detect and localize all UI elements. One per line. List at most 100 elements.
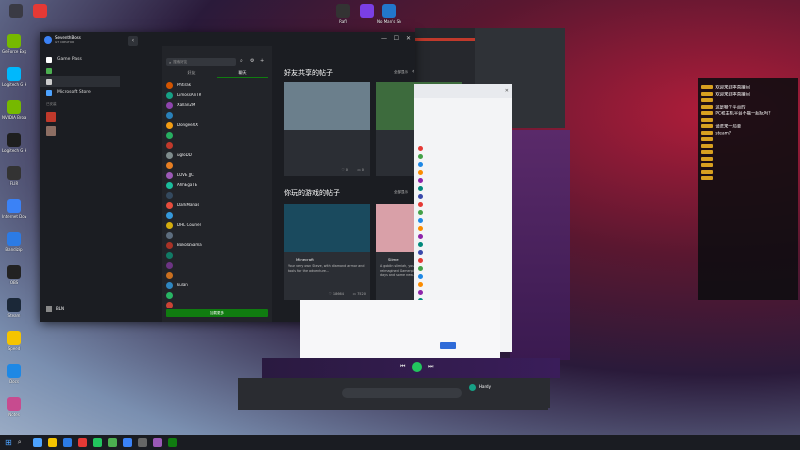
friend-list-item[interactable] (162, 190, 272, 200)
settings-icon[interactable]: ⚙ (250, 58, 254, 64)
friend-list-item[interactable]: DHL Courier (162, 220, 272, 230)
search-icon[interactable]: ⌕ (240, 58, 243, 64)
contact-item[interactable] (414, 280, 512, 288)
contact-item[interactable] (414, 176, 512, 184)
desktop-icon[interactable]: NVIDIA Broadcast (2, 100, 26, 120)
taskbar-app-icon[interactable] (107, 438, 117, 447)
nav-item-2[interactable] (40, 65, 120, 76)
friend-list-item[interactable] (162, 130, 272, 140)
social-search-input[interactable]: ⌕ 搜索好友 (166, 58, 236, 66)
friend-list-item[interactable]: Phtirak (162, 80, 272, 90)
friend-list-item[interactable] (162, 110, 272, 120)
nav-item-3[interactable] (40, 76, 120, 87)
contact-item[interactable] (414, 216, 512, 224)
contact-item[interactable] (414, 144, 512, 152)
desktop-icon-app[interactable] (355, 4, 379, 19)
taskbar-app-icon[interactable] (167, 438, 177, 447)
friend-list-item[interactable] (162, 250, 272, 260)
desktop-icon-no-mans-sky[interactable]: No Man's Sky (377, 4, 401, 24)
taskbar-app-icon[interactable] (77, 438, 87, 447)
minimize-icon[interactable]: — (381, 35, 387, 42)
desktop-icon-rafl[interactable]: Rafl (331, 4, 355, 24)
taskbar-app-icon[interactable] (122, 438, 132, 447)
contact-item[interactable] (414, 192, 512, 200)
desktop-icon[interactable]: Bandizip (2, 232, 26, 252)
maximize-icon[interactable]: ☐ (394, 35, 399, 42)
desktop-icon[interactable]: OBS (2, 265, 26, 285)
desktop-icon[interactable]: Notes (2, 397, 26, 417)
friend-list-item[interactable]: Xallan2M (162, 100, 272, 110)
friend-list-item[interactable]: BokolaSama (162, 240, 272, 250)
desktop-icon[interactable]: Docs (2, 364, 26, 384)
desktop-icon[interactable]: GeForce Experience (2, 34, 26, 54)
friend-list-item[interactable]: DarkManas (162, 200, 272, 210)
friend-list-item[interactable] (162, 210, 272, 220)
tab-friends[interactable]: 好友 (166, 70, 217, 78)
send-button[interactable] (440, 342, 456, 349)
friend-list-item[interactable]: AhhEgaTE (162, 180, 272, 190)
contact-item[interactable] (414, 256, 512, 264)
desktop-icon[interactable]: Speed (2, 331, 26, 351)
friend-list-item[interactable]: DongeeXX (162, 120, 272, 130)
friend-list-item[interactable] (162, 300, 272, 308)
friend-list-item[interactable]: LOVE JJC (162, 170, 272, 180)
friend-list-item[interactable]: kulan (162, 280, 272, 290)
taskbar-app-icon[interactable] (62, 438, 72, 447)
close-icon[interactable]: ✕ (505, 88, 509, 94)
contact-item[interactable] (414, 224, 512, 232)
contact-item[interactable] (414, 288, 512, 296)
contact-item[interactable] (414, 200, 512, 208)
previous-icon[interactable]: ⏮ (400, 363, 405, 371)
contact-item[interactable] (414, 232, 512, 240)
game-post-card-minecraft[interactable]: Minecraft Your very own Steve, with diam… (284, 204, 370, 300)
friend-list-item[interactable]: ugloDD (162, 150, 272, 160)
installed-game-1[interactable] (40, 110, 120, 124)
see-all-link[interactable]: 全部显示 (394, 70, 408, 75)
installed-game-2[interactable] (40, 124, 120, 138)
desktop-icon[interactable]: Logitech G HUB (2, 133, 26, 153)
load-more-button[interactable]: 加载更多 (166, 309, 268, 317)
friend-list-item[interactable] (162, 230, 272, 240)
bottom-user[interactable]: BLN (46, 306, 64, 312)
chat-input[interactable] (342, 388, 462, 398)
desktop-icon[interactable]: Logitech G HUB (2, 67, 26, 87)
friend-post-card-1[interactable]: ♡ 0 ▭ 0 (284, 82, 370, 176)
tab-chat[interactable]: 聊天 (217, 70, 268, 78)
taskbar-app-icon[interactable] (92, 438, 102, 447)
desktop-icon[interactable]: FLIR (2, 166, 26, 186)
close-icon[interactable]: ✕ (406, 35, 411, 42)
contact-item[interactable] (414, 168, 512, 176)
windows-start-icon[interactable]: ⊞ (5, 438, 12, 447)
friend-list-item[interactable] (162, 260, 272, 270)
search-icon[interactable]: ⌕ (18, 438, 22, 447)
next-icon[interactable]: ⏭ (428, 363, 433, 371)
contact-item[interactable] (414, 184, 512, 192)
back-button[interactable]: ‹ (128, 36, 138, 46)
contact-item[interactable] (414, 272, 512, 280)
contact-item[interactable] (414, 240, 512, 248)
taskbar-app-icon[interactable] (47, 438, 57, 447)
taskbar-app-icon[interactable] (137, 438, 147, 447)
chevron-left-icon[interactable]: ‹ (412, 68, 414, 75)
see-all-link[interactable]: 全部显示 (394, 190, 408, 195)
desktop-icon-1[interactable] (4, 4, 28, 19)
contact-item[interactable] (414, 160, 512, 168)
nav-microsoft-store[interactable]: Microsoft Store (40, 87, 120, 98)
friend-list-item[interactable] (162, 160, 272, 170)
contact-item[interactable] (414, 152, 512, 160)
contact-item[interactable] (414, 208, 512, 216)
contact-item[interactable] (414, 264, 512, 272)
desktop-icon[interactable]: Steam (2, 298, 26, 318)
contact-item[interactable] (414, 248, 512, 256)
friend-list-item[interactable] (162, 270, 272, 280)
add-friend-icon[interactable]: + (260, 58, 264, 64)
xbox-user-profile[interactable]: SeventhBoss GT CREATOR (44, 34, 118, 45)
desktop-icon[interactable]: Internet Down (2, 199, 26, 219)
play-pause-button[interactable] (412, 362, 422, 372)
taskbar-app-icon[interactable] (32, 438, 42, 447)
friend-list-item[interactable] (162, 140, 272, 150)
friend-list-item[interactable]: LimossAnTR (162, 90, 272, 100)
taskbar-app-icon[interactable] (152, 438, 162, 447)
desktop-icon-2[interactable] (28, 4, 52, 19)
friend-list-item[interactable] (162, 290, 272, 300)
